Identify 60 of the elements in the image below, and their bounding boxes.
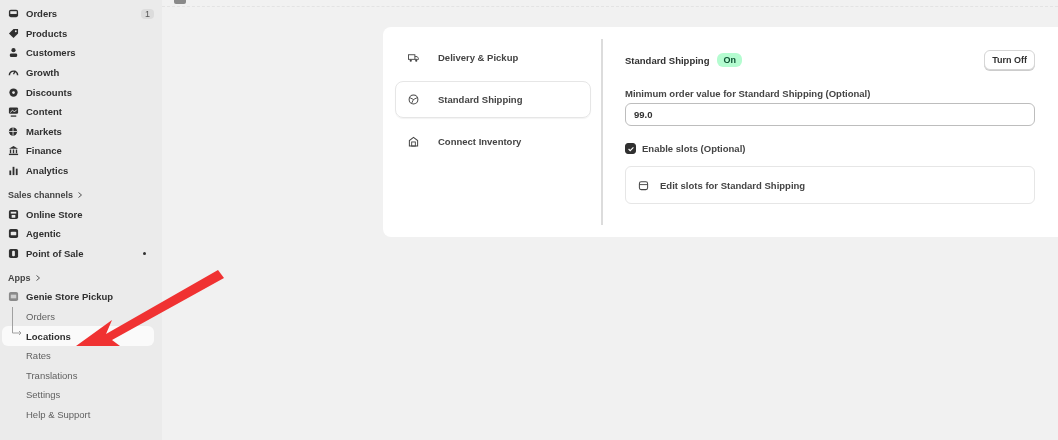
sidebar-subitem[interactable]: Settings: [2, 385, 65, 405]
sidebar-item[interactable]: Point of Sale: [8, 243, 154, 264]
section-heading[interactable]: Apps: [8, 273, 31, 284]
tag-icon: [8, 27, 19, 39]
app-icon: [8, 291, 19, 303]
nav-label: Finance: [26, 145, 63, 157]
sidebar-item[interactable]: Orders 1: [8, 4, 154, 24]
input-field[interactable]: 99.0: [625, 103, 1035, 126]
person-icon: [8, 47, 19, 59]
truck-icon: [408, 52, 419, 63]
nav-label: Point of Sale: [26, 247, 85, 259]
status-badge: On: [717, 53, 742, 67]
sidebar-subitem[interactable]: Orders: [2, 306, 60, 327]
nav-label: Markets: [26, 125, 63, 137]
warehouse-icon: [408, 136, 419, 147]
nav-label: Orders: [26, 8, 59, 20]
bars-icon: [8, 165, 19, 177]
sidebar-item[interactable]: Analytics: [8, 160, 154, 181]
nav-label: Agentic: [26, 228, 62, 240]
sidebar-subitem[interactable]: Rates: [2, 345, 55, 366]
sidebar-item[interactable]: Agentic: [8, 223, 154, 244]
edit-slots-button[interactable]: Edit slots for Standard Shipping: [625, 166, 1035, 204]
chevron-icon: [78, 192, 83, 199]
calendar-icon: [638, 179, 649, 191]
sidebar-item[interactable]: Online Store: [8, 204, 154, 224]
sidebar-item[interactable]: Discounts: [8, 82, 154, 102]
field-label: Minimum order value for Standard Shipping (Optional): [625, 88, 872, 99]
nav-label: Customers: [26, 47, 77, 59]
checkmark-icon: [626, 144, 635, 153]
bank-icon: [8, 145, 19, 157]
nav-label: Content: [26, 106, 63, 118]
chevron-icon: [35, 275, 40, 282]
sidebar-item[interactable]: Markets: [8, 121, 154, 142]
store-icon: [8, 208, 19, 220]
sidebar-item[interactable]: Content: [8, 101, 154, 122]
turn-off-button[interactable]: Turn Off: [984, 50, 1035, 70]
nav-label: Analytics: [26, 165, 70, 177]
globe-icon: [408, 94, 419, 105]
nav-label: Discounts: [26, 86, 73, 98]
settings-tab[interactable]: Connect Inventory: [395, 123, 591, 160]
sidebar-item[interactable]: Finance: [8, 141, 154, 161]
sidebar-item[interactable]: Growth: [8, 62, 154, 83]
sidebar-item[interactable]: Customers: [8, 43, 154, 63]
count-badge: 1: [141, 8, 154, 19]
sidebar-item[interactable]: Products: [8, 23, 154, 44]
settings-tab[interactable]: Standard Shipping: [395, 81, 591, 118]
sidebar-subitem[interactable]: Help & Support: [2, 404, 95, 425]
nav-label: Online Store: [26, 208, 84, 220]
nav-label: Growth: [26, 67, 61, 79]
nav-label: Products: [26, 27, 69, 39]
page-icon: [174, 0, 186, 4]
settings-tab[interactable]: Delivery & Pickup: [395, 39, 591, 76]
section-heading[interactable]: Sales channels: [8, 190, 74, 201]
checkbox-label: Enable slots (Optional): [642, 143, 746, 154]
app-name[interactable]: Genie Store Pickup: [26, 291, 154, 303]
globe-icon: [8, 125, 19, 137]
checkbox[interactable]: [625, 143, 636, 154]
inbox-icon: [8, 8, 19, 20]
section-title: Standard Shipping: [625, 54, 710, 66]
sidebar-subitem[interactable]: Translations: [2, 365, 82, 386]
